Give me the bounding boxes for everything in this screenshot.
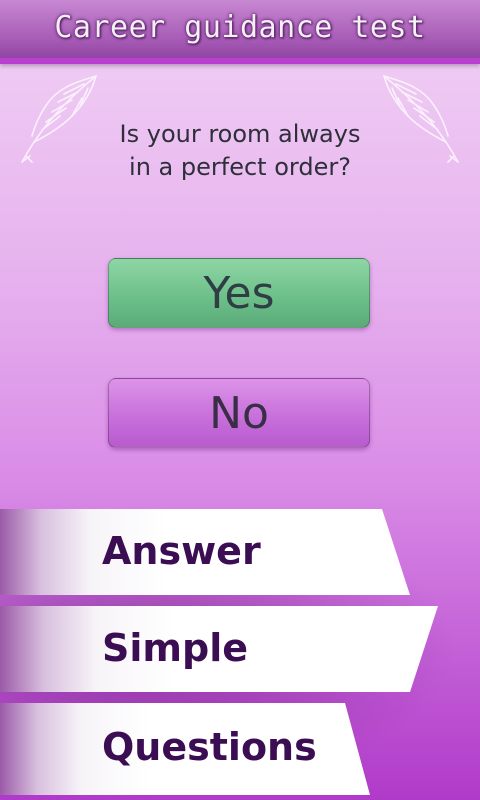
ribbon-questions: Questions [0,703,370,795]
question-text: Is your room always in a perfect order? [40,118,440,184]
question-line-2: in a perfect order? [129,153,351,181]
app-header: Career guidance test [0,0,480,64]
ribbon-word: Simple [102,626,248,670]
ribbon-simple: Simple [0,606,438,692]
page-title: Career guidance test [54,10,426,45]
ribbon-answer: Answer [0,509,410,595]
ribbon-word: Answer [102,529,261,573]
question-line-1: Is your room always [119,120,361,148]
no-button[interactable]: No [108,378,370,448]
header-accent-strip [0,58,480,64]
ribbon-word: Questions [102,725,317,769]
yes-button[interactable]: Yes [108,258,370,328]
